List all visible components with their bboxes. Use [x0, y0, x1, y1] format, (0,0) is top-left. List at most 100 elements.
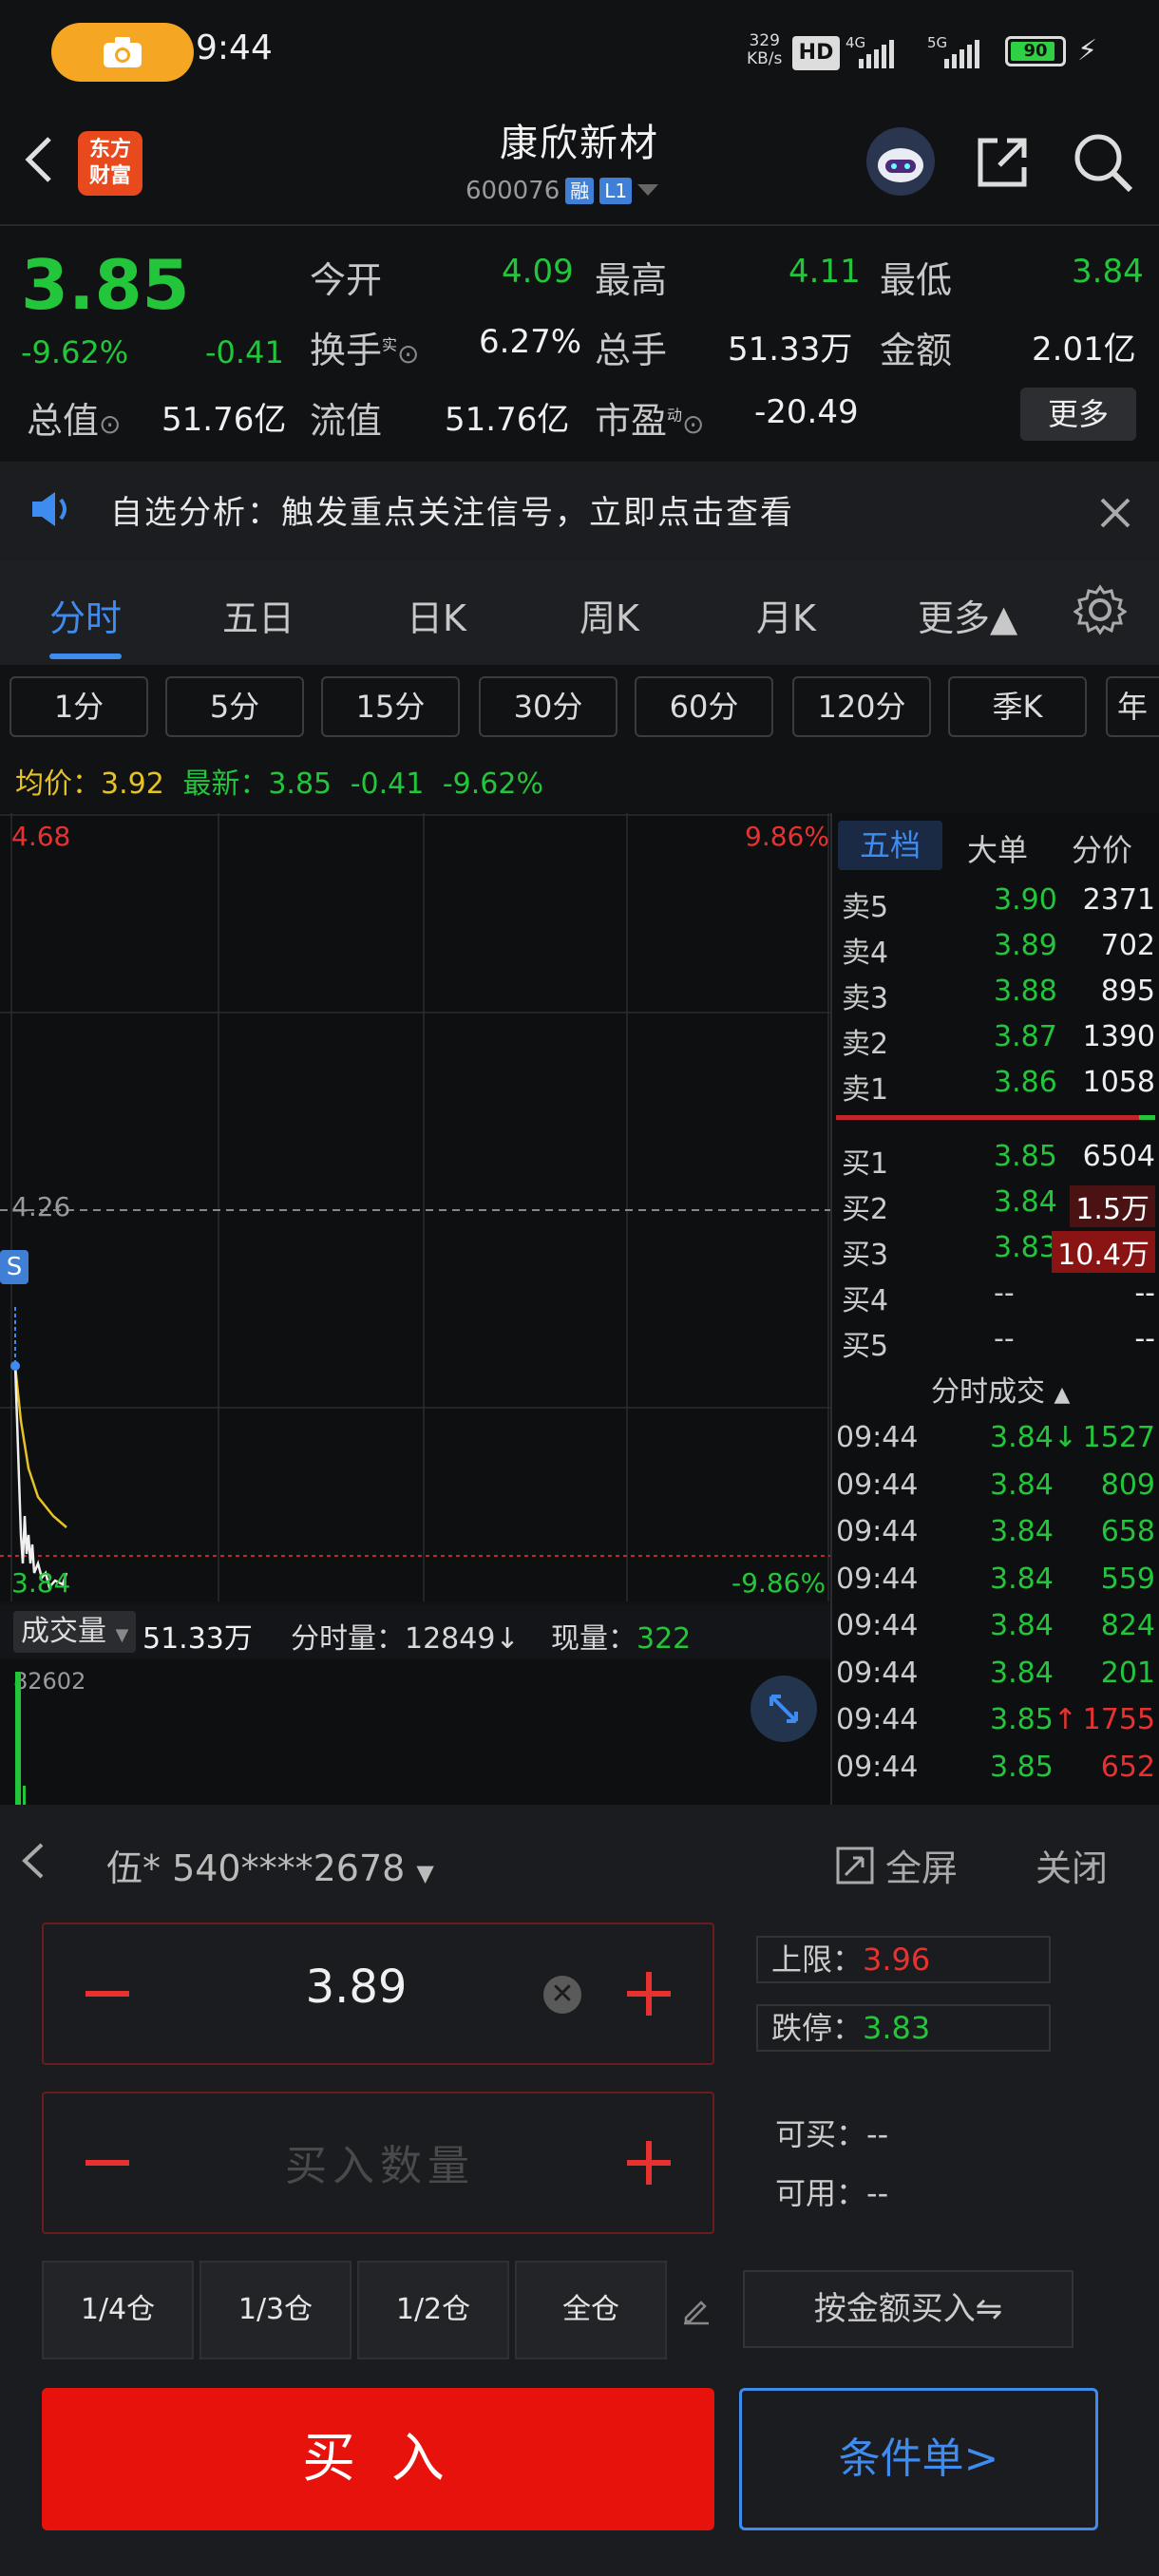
- ask-row[interactable]: 卖3 3.88 895: [842, 975, 1155, 1018]
- axis-bottom-pct: -9.86%: [732, 1567, 826, 1599]
- settings-gear-icon[interactable]: [1073, 583, 1128, 640]
- volume-bar: [15, 1672, 21, 1805]
- trade-price: 3.84: [990, 1656, 1054, 1690]
- ask-volume: 895: [1100, 975, 1155, 1008]
- ask-label: 卖3: [842, 982, 889, 1015]
- trade-time: 09:44: [836, 1703, 919, 1736]
- trade-volume: 201: [1100, 1656, 1155, 1690]
- interval-quarter-k[interactable]: 季K: [948, 676, 1087, 737]
- price-increase-button[interactable]: [627, 1972, 671, 2016]
- intraday-chart[interactable]: [0, 813, 830, 1601]
- bid-row[interactable]: 买3 3.83 10.4万: [842, 1231, 1155, 1275]
- interval-5m[interactable]: 5分: [165, 676, 304, 737]
- tab-more[interactable]: 更多▲: [918, 589, 1017, 641]
- l1-tag: L1: [599, 178, 633, 204]
- ask-volume: 702: [1100, 929, 1155, 962]
- position-full-button[interactable]: 全仓: [515, 2261, 667, 2359]
- volume-indicator-select[interactable]: 成交量 ▼: [13, 1611, 137, 1653]
- interval-1m[interactable]: 1分: [10, 676, 148, 737]
- account-selector[interactable]: 伍* 540****2678 ▼: [106, 1839, 434, 1891]
- volume-chart[interactable]: [0, 1660, 830, 1805]
- stock-code-row[interactable]: 600076 融 L1: [466, 177, 659, 205]
- trade-time: 09:44: [836, 1562, 919, 1596]
- trade-time: 09:44: [836, 1468, 919, 1502]
- ask-label: 卖5: [842, 891, 889, 924]
- chevron-left-icon[interactable]: [19, 1839, 48, 1886]
- trade-price: 3.84: [990, 1515, 1054, 1548]
- trade-volume: 652: [1100, 1750, 1155, 1784]
- turnover-value: 6.27%: [479, 323, 582, 361]
- float-value: 51.76亿: [445, 401, 570, 439]
- ask-row[interactable]: 卖5 3.90 2371: [842, 883, 1155, 927]
- close-panel-button[interactable]: 关闭: [1036, 1839, 1108, 1891]
- change-amount: -0.41: [205, 334, 284, 370]
- buy-button[interactable]: 买 入: [42, 2388, 714, 2530]
- position-quarter-button[interactable]: 1/4仓: [42, 2261, 194, 2359]
- available-funds: 可用：--: [775, 2175, 889, 2211]
- clear-price-icon[interactable]: ✕: [543, 1976, 581, 2014]
- buy-by-amount-button[interactable]: 按金额买入⇋: [743, 2270, 1074, 2348]
- expand-chart-icon[interactable]: [750, 1676, 817, 1742]
- orderbook-tab-price[interactable]: 分价: [1072, 826, 1132, 870]
- interval-30m[interactable]: 30分: [479, 676, 618, 737]
- tab-intraday[interactable]: 分时: [49, 589, 122, 641]
- tab-weekly-k[interactable]: 周K: [580, 589, 639, 641]
- share-icon[interactable]: [973, 133, 1032, 192]
- back-button[interactable]: [21, 131, 59, 188]
- interval-year-k[interactable]: 年: [1106, 676, 1159, 737]
- price-decrease-button[interactable]: [86, 1991, 129, 1997]
- screen-record-pill[interactable]: [51, 23, 194, 82]
- close-icon[interactable]: [1098, 496, 1132, 534]
- quantity-decrease-button[interactable]: [86, 2160, 129, 2166]
- speaker-icon: [28, 488, 76, 534]
- quantity-input[interactable]: 买入数量: [238, 2131, 522, 2192]
- chevron-left-icon: [25, 137, 51, 182]
- search-icon[interactable]: [1072, 131, 1134, 194]
- bid-ask-ratio-bar: [836, 1115, 1155, 1120]
- interval-15m[interactable]: 15分: [321, 676, 460, 737]
- ask-row[interactable]: 卖1 3.86 1058: [842, 1066, 1155, 1109]
- sell-signal-marker[interactable]: S: [0, 1250, 28, 1284]
- assistant-avatar-icon[interactable]: [866, 127, 935, 196]
- orderbook-tab-large[interactable]: 大单: [967, 826, 1028, 870]
- minute-volume: 分时量：12849↓: [291, 1622, 520, 1656]
- stock-name[interactable]: 康欣新材: [437, 112, 722, 167]
- ask-row[interactable]: 卖2 3.87 1390: [842, 1020, 1155, 1064]
- interval-120m[interactable]: 120分: [792, 676, 931, 737]
- bid-row[interactable]: 买4 -- --: [842, 1277, 1155, 1320]
- status-time: 9:44: [196, 28, 273, 67]
- tab-daily-k[interactable]: 日K: [407, 589, 466, 641]
- bid-row[interactable]: 买2 3.84 1.5万: [842, 1185, 1155, 1229]
- notice-text: 自选分析：触发重点关注信号，立即点击查看: [110, 494, 794, 532]
- trade-price: 3.85: [990, 1750, 1054, 1784]
- bid-row[interactable]: 买1 3.85 6504: [842, 1140, 1155, 1184]
- more-button[interactable]: 更多: [1020, 388, 1136, 441]
- orderbook-tab-five[interactable]: 五档: [838, 821, 942, 870]
- tab-active-indicator: [49, 653, 122, 659]
- quantity-increase-button[interactable]: [627, 2141, 671, 2185]
- network-speed: 329 KB/s: [747, 31, 783, 68]
- position-third-button[interactable]: 1/3仓: [200, 2261, 352, 2359]
- bid-price: 3.83: [994, 1231, 1057, 1264]
- ask-label: 卖1: [842, 1073, 889, 1107]
- edit-pencil-icon[interactable]: [680, 2293, 712, 2329]
- conditional-order-button[interactable]: 条件单>: [739, 2388, 1098, 2530]
- tab-five-day[interactable]: 五日: [222, 589, 294, 641]
- trade-price: 3.84↓: [990, 1421, 1077, 1454]
- high-value: 4.11: [788, 253, 861, 291]
- fullscreen-icon: [836, 1847, 874, 1884]
- interval-60m[interactable]: 60分: [635, 676, 773, 737]
- bid-row[interactable]: 买5 -- --: [842, 1322, 1155, 1366]
- position-half-button[interactable]: 1/2仓: [357, 2261, 509, 2359]
- trade-price: 3.84: [990, 1468, 1054, 1502]
- trades-title[interactable]: 分时成交 ▲: [931, 1368, 1070, 1410]
- ask-volume: 2371: [1082, 883, 1155, 917]
- tab-monthly-k[interactable]: 月K: [756, 589, 816, 641]
- amount-label: 金额: [880, 330, 953, 371]
- ask-label: 卖4: [842, 937, 889, 970]
- ask-row[interactable]: 卖4 3.89 702: [842, 929, 1155, 973]
- bid-price: --: [994, 1277, 1015, 1310]
- fullscreen-button[interactable]: 全屏: [834, 1839, 958, 1891]
- high-label: 最高: [595, 259, 668, 301]
- price-input[interactable]: 3.89: [247, 1960, 466, 2014]
